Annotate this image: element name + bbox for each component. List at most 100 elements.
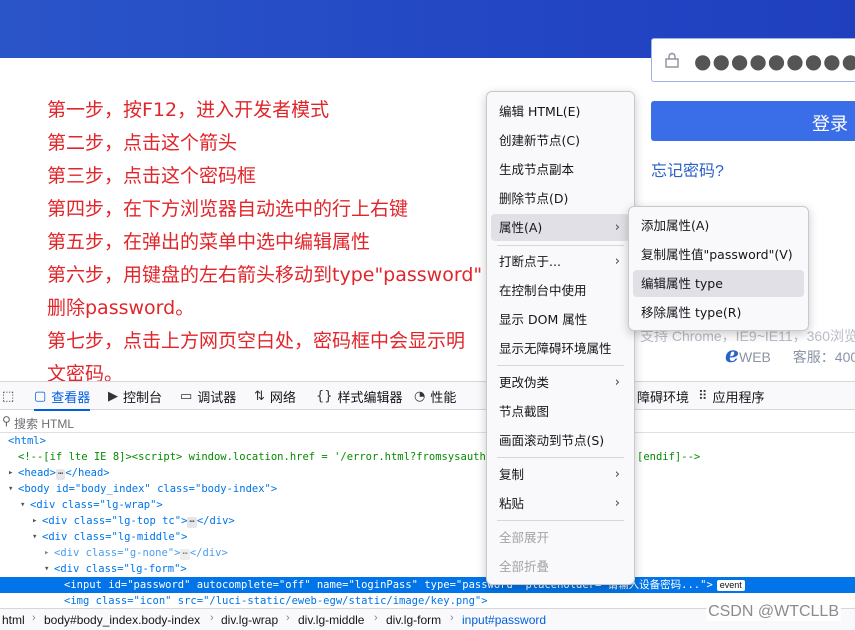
tab-style-editor[interactable]: {} 样式编辑器 [316,382,403,410]
menu-separator [497,457,624,458]
csdn-watermark: CSDN @WTCLLB [706,603,841,621]
devtools-toolbar: ⬚ ▢ 查看器 ▶ 控制台 ▭ 调试器 ⇅ 网络 {} 样式编辑器 ◔ 性能 障碍环境 ⠿ 应… [0,381,855,411]
menu-item-copy[interactable]: 复制 › [491,461,630,488]
login-button[interactable]: 登录 [651,101,855,141]
network-icon: ⇅ [254,388,265,404]
tab-performance[interactable]: ◔ 性能 [414,382,456,410]
performance-icon: ◔ [414,388,426,404]
tree-node[interactable]: ▾ <div class="lg-wrap"> [20,497,855,513]
menu-item-show-dom-properties[interactable]: 显示 DOM 属性 [491,306,630,333]
breadcrumb-item[interactable]: div.lg-wrap [221,613,278,627]
context-menu: 编辑 HTML(E) 创建新节点(C) 生成节点副本 删除节点(D) 属性(A)… [486,91,635,585]
breadcrumb-item-current[interactable]: input#password [462,613,546,627]
collapsed-badge[interactable]: ⋯ [55,469,66,480]
tree-node[interactable]: ▾ <div class="lg-middle"> [32,529,855,545]
breadcrumb-item[interactable]: body#body_index.body-index [44,613,200,627]
step-line: 第五步，在弹出的菜单中选中编辑属性 [47,231,371,253]
picker-arrow-icon: ⬚ [2,388,15,404]
login-button-label: 登录 [812,114,848,134]
eweb-logo-text: WEB [739,349,771,365]
chevron-right-icon: › [614,496,620,511]
breadcrumb-item[interactable]: div.lg-form [386,613,441,627]
step-line: 第四步，在下方浏览器自动选中的行上右键 [47,198,409,220]
tab-label: 应用程序 [712,390,765,406]
menu-item-edit-attribute[interactable]: 编辑属性 type [633,270,804,297]
chevron-right-icon: › [614,220,620,235]
application-icon: ⠿ [698,388,708,404]
step-line: 第三步，点击这个密码框 [47,165,257,187]
tab-label: 查看器 [51,390,91,406]
password-dots: ●●●●●●●●●● [694,49,855,73]
tab-label: 调试器 [197,390,237,406]
menu-item-change-pseudo-class[interactable]: 更改伪类 › [491,369,630,396]
tab-label: 控制台 [123,390,163,406]
tab-accessibility[interactable]: 障碍环境 [637,382,689,410]
element-picker-button[interactable]: ⬚ [2,382,19,410]
tab-label: 样式编辑器 [337,390,403,406]
console-icon: ▶ [108,388,118,404]
menu-item-scroll-into-view[interactable]: 画面滚动到节点(S) [491,427,630,454]
menu-item-collapse-all[interactable]: 全部折叠 [491,553,630,580]
menu-item-create-node[interactable]: 创建新节点(C) [491,127,630,154]
menu-separator [497,520,624,521]
tab-label: 障碍环境 [637,390,690,406]
debugger-icon: ▭ [180,388,193,404]
tree-node[interactable]: <!--[if lte IE 8]><script> window.locati… [18,449,855,465]
menu-item-add-attribute[interactable]: 添加属性(A) [633,212,804,239]
tab-inspector[interactable]: ▢ 查看器 [34,382,91,411]
menu-item-delete-node[interactable]: 删除节点(D) [491,185,630,212]
forgot-password-link[interactable]: 忘记密码? [651,157,724,181]
tree-node[interactable]: <html> [8,433,855,449]
tree-node[interactable]: ▸ <div class="lg-top tc"> ⋯ </div> [32,513,855,529]
search-input[interactable]: 搜索 HTML [14,415,74,432]
menu-item-use-in-console[interactable]: 在控制台中使用 [491,277,630,304]
chevron-right-icon: › [614,467,620,482]
collapsed-badge[interactable]: ⋯ [187,517,197,528]
eweb-logo-icon: e [725,342,739,368]
tab-console[interactable]: ▶ 控制台 [108,382,162,410]
password-field[interactable]: ●●●●●●●●●● [651,38,855,82]
menu-item-remove-attribute[interactable]: 移除属性 type(R) [633,299,804,326]
eweb-footer: eWEB 客服：400 [725,342,855,368]
tree-node[interactable]: ▸ <head> ⋯ </head> [8,465,855,481]
chevron-right-icon: › [614,254,620,269]
step-line: 第七步，点击上方网页空白处，密码框中会显示明 [47,330,466,352]
tree-node[interactable]: ▾ <div class="lg-form"> [44,561,855,577]
attributes-submenu: 添加属性(A) 复制属性值"password"(V) 编辑属性 type 移除属… [628,206,809,331]
menu-separator [497,245,624,246]
tree-node-comment-end: [endif]--> [637,451,701,463]
breadcrumb-item[interactable]: div.lg-middle [298,613,364,627]
menu-item-expand-all[interactable]: 全部展开 [491,524,630,551]
menu-item-paste[interactable]: 粘贴 › [491,490,630,517]
service-label: 客服： [792,349,835,365]
breadcrumb-item[interactable]: html [2,613,25,627]
menu-item-attributes[interactable]: 属性(A) › [491,214,630,241]
menu-item-edit-html[interactable]: 编辑 HTML(E) [491,98,630,125]
tree-node[interactable]: ▾ <body id="body_index" class="body-index… [8,481,855,497]
inspector-icon: ▢ [34,388,47,404]
service-number: 400 [834,349,855,365]
style-editor-icon: {} [316,388,333,404]
markup-tree: <html> <!--[if lte IE 8]><script> window… [0,433,855,608]
tab-label: 网络 [269,390,296,406]
tab-debugger[interactable]: ▭ 调试器 [180,382,236,410]
search-icon: ⚲ [2,414,11,428]
menu-item-duplicate-node[interactable]: 生成节点副本 [491,156,630,183]
menu-item-show-accessibility-properties[interactable]: 显示无障碍环境属性 [491,335,630,362]
event-badge[interactable]: event [716,580,745,591]
menu-item-copy-attribute-value[interactable]: 复制属性值"password"(V) [633,241,804,268]
collapsed-badge[interactable]: ⋯ [180,549,190,560]
tree-node-selected[interactable]: <input id="password" autocomplete="off" … [0,577,855,593]
tree-node[interactable]: ▸ <div class="g-none"> ⋯ </div> [44,545,855,561]
lock-icon [665,52,679,68]
menu-item-screenshot-node[interactable]: 节点截图 [491,398,630,425]
html-search-bar[interactable]: ⚲ 搜索 HTML [0,411,855,433]
menu-item-break-on[interactable]: 打断点于... › [491,248,630,275]
menu-separator [497,365,624,366]
step-line: 第二步，点击这个箭头 [47,132,238,154]
tab-label: 性能 [430,390,457,406]
tab-application[interactable]: ⠿ 应用程序 [698,382,765,410]
tab-network[interactable]: ⇅ 网络 [254,382,296,410]
chevron-right-icon: › [614,375,620,390]
instruction-steps: 第一步，按F12，进入开发者模式 第二步，点击这个箭头 第三步，点击这个密码框 … [47,94,487,391]
